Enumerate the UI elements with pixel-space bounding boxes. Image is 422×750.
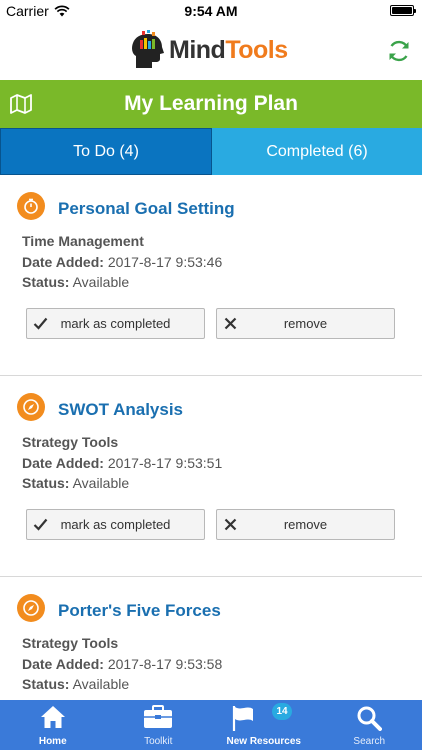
map-icon[interactable] [10, 94, 32, 114]
mark-completed-button[interactable]: mark as completed [26, 308, 205, 339]
nav-home[interactable]: Home [0, 700, 106, 750]
sync-icon[interactable] [386, 38, 412, 64]
mark-completed-label: mark as completed [60, 316, 171, 331]
status-label: Status: [22, 475, 70, 491]
remove-button[interactable]: remove [216, 308, 395, 339]
status-value: Available [72, 475, 130, 491]
mindtools-logo: MindTools [130, 30, 288, 70]
app-header: MindTools [0, 22, 422, 80]
item-title[interactable]: Porter's Five Forces [58, 601, 221, 621]
item-title[interactable]: Personal Goal Setting [58, 199, 235, 219]
status-bar: Carrier 9:54 AM [0, 0, 422, 22]
remove-button[interactable]: remove [216, 509, 395, 540]
status-label: Status: [22, 274, 70, 290]
status-value: Available [72, 676, 130, 692]
mark-completed-label: mark as completed [60, 517, 171, 532]
home-icon [40, 706, 65, 728]
status-time: 9:54 AM [184, 3, 238, 19]
logo-head-icon [132, 30, 164, 68]
close-icon [224, 518, 237, 531]
date-added-value: 2017-8-17 9:53:51 [107, 454, 223, 471]
checkmark-icon [33, 518, 48, 531]
page-title: My Learning Plan [124, 92, 298, 115]
date-added-value: 2017-8-17 9:53:58 [107, 655, 223, 672]
item-category: Time Management [22, 233, 144, 249]
item-meta: Time Management Date Added: 2017-8-17 9:… [22, 231, 222, 293]
status-value: Available [72, 274, 130, 290]
nav-search-label: Search [353, 736, 386, 747]
list-item: SWOT Analysis Strategy Tools Date Added:… [0, 376, 422, 577]
nav-home-label: Home [38, 736, 67, 747]
nav-search[interactable]: Search [317, 700, 422, 750]
nav-new-resources[interactable]: 14 New Resources [211, 700, 317, 750]
item-category: Strategy Tools [22, 635, 119, 651]
status-label: Status: [22, 676, 70, 692]
date-added-value: 2017-8-17 9:53:46 [107, 253, 223, 270]
tab-completed[interactable]: Completed (6) [212, 128, 422, 175]
nav-new-resources-label: New Resources [226, 736, 301, 747]
compass-icon [17, 594, 45, 622]
compass-icon [17, 393, 45, 421]
flag-icon [232, 706, 253, 731]
status-right [390, 5, 416, 16]
date-added-label: Date Added: [22, 253, 104, 270]
nav-toolkit[interactable]: Toolkit [106, 700, 212, 750]
item-title[interactable]: SWOT Analysis [58, 400, 183, 420]
item-meta: Strategy Tools Date Added: 2017-8-17 9:5… [22, 633, 222, 695]
close-icon [224, 317, 237, 330]
item-category: Strategy Tools [22, 434, 119, 450]
toolkit-icon [144, 705, 173, 728]
search-icon [357, 706, 383, 731]
tab-bar: To Do (4) Completed (6) [0, 128, 422, 175]
logo-wordmark: MindTools [169, 36, 288, 65]
remove-label: remove [283, 316, 328, 331]
bottom-nav: Home Toolkit 14 New Resources Search [0, 700, 422, 750]
date-added-label: Date Added: [22, 655, 104, 672]
logo-mind: Mind [169, 35, 226, 64]
remove-label: remove [283, 517, 328, 532]
tab-to-do[interactable]: To Do (4) [0, 128, 212, 175]
new-resources-badge: 14 [272, 703, 292, 720]
list-item: Personal Goal Setting Time Management Da… [0, 175, 422, 376]
nav-toolkit-label: Toolkit [144, 736, 173, 747]
date-added-label: Date Added: [22, 454, 104, 471]
mark-completed-button[interactable]: mark as completed [26, 509, 205, 540]
checkmark-icon [33, 317, 48, 330]
title-bar: My Learning Plan [0, 80, 422, 128]
logo-tools: Tools [225, 35, 288, 64]
learning-plan-list: Personal Goal Setting Time Management Da… [0, 175, 422, 750]
battery-icon [390, 5, 416, 16]
item-meta: Strategy Tools Date Added: 2017-8-17 9:5… [22, 432, 222, 494]
stopwatch-icon [17, 192, 45, 220]
